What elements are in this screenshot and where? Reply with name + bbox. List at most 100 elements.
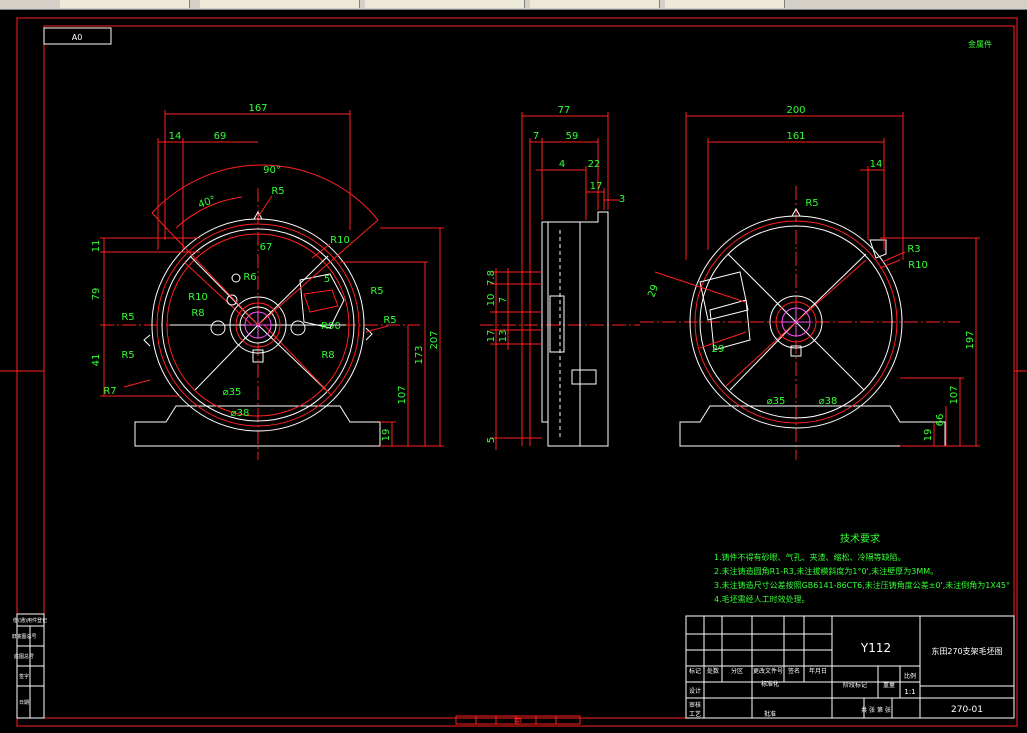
radius-label: R10 <box>330 235 350 246</box>
angle-label: 90° <box>263 165 281 176</box>
dim-label: 14 <box>870 159 883 170</box>
diameter-label: ⌀38 <box>819 396 838 407</box>
dim-label: 10 <box>486 294 497 307</box>
outer-border <box>16 17 1018 727</box>
row-label: 标准化 <box>761 680 779 688</box>
radius-label: R10 <box>908 260 928 271</box>
bottom-center-label: 中 <box>514 716 522 726</box>
radius-label: R5 <box>383 315 396 326</box>
dim-label: 5 <box>486 437 497 443</box>
tech-req-line: 2.未注铸造圆角R1-R3,未注拔模斜度为1°0',未注壁厚为3MM。 <box>714 566 938 576</box>
drawing-number: 270-01 <box>951 705 983 715</box>
size-label: A0 <box>72 33 83 42</box>
dim-label: 19 <box>381 429 392 442</box>
dim-label: 207 <box>429 330 440 349</box>
tech-req-line: 1.铸件不得有砂眼、气孔、夹渣、缩松、冷隔等缺陷。 <box>714 552 906 562</box>
inner-border <box>43 25 1015 719</box>
tech-req-line: 3.未注铸造尺寸公差按照GB6141-86CT6,未注压铸角度公差±0',未注倒… <box>714 580 1010 590</box>
title-block <box>685 615 1015 719</box>
dim-label: 17 <box>486 330 497 343</box>
dim-label: 7 <box>498 297 509 303</box>
radius-label: R3 <box>907 244 920 255</box>
dim-label: 107 <box>397 385 408 404</box>
dim-label: 107 <box>949 385 960 404</box>
document-tab-bar <box>0 0 1027 10</box>
document-tab[interactable] <box>665 0 785 8</box>
row-label: 审核 <box>689 701 701 709</box>
dim-label: 67 <box>260 242 273 253</box>
dim-label: 69 <box>214 131 227 142</box>
dim-label: 29 <box>712 344 725 355</box>
rev-header: 年月日 <box>809 667 827 675</box>
dim-label: 200 <box>786 105 805 116</box>
dim-label: 41 <box>91 354 102 367</box>
cad-drawing-canvas[interactable]: 中 A0 金属件 167 14 69 90° 40° R5 R10 67 R6 … <box>0 10 1027 733</box>
dim-label: 3 <box>619 194 625 205</box>
radius-label: R10 <box>188 292 208 303</box>
dim-label: 14 <box>169 131 182 142</box>
radius-label: R8 <box>321 350 334 361</box>
radius-label: R5 <box>121 312 134 323</box>
radius-label: R6 <box>243 272 256 283</box>
rev-header: 签名 <box>788 667 800 675</box>
diameter-label: ⌀35 <box>223 387 242 398</box>
dim-label: 66 <box>935 414 946 427</box>
stamp-label: 旧底图总号 <box>11 633 36 640</box>
radius-label: R90 <box>321 321 341 332</box>
corner-label: 金属件 <box>968 39 992 49</box>
dim-label: 13 <box>498 330 509 343</box>
rev-header: 标记 <box>689 667 701 675</box>
stamp-label: 日期 <box>19 700 29 706</box>
stamp-label: 签字 <box>19 673 29 680</box>
dim-label: 173 <box>414 345 425 364</box>
technical-requirements: 技术要求 1.铸件不得有砂眼、气孔、夹渣、缩松、冷隔等缺陷。 2.未注铸造圆角R… <box>714 532 1010 604</box>
dim-label: 4 <box>559 159 565 170</box>
document-tab[interactable] <box>60 0 190 8</box>
row-label: 设计 <box>689 687 701 695</box>
side-view: 77 7 59 4 22 17 3 7.8 10 7 17 13 5 <box>480 105 640 450</box>
rev-header: 分区 <box>731 667 743 675</box>
sheet-line: 共 张 第 张 <box>861 706 891 714</box>
stage-header: 重量 <box>883 681 895 689</box>
rev-headers: 标记 处数 分区 更改文件号 签名 年月日 <box>689 667 827 675</box>
dim-label: 22 <box>588 159 601 170</box>
document-tab[interactable] <box>365 0 525 8</box>
dim-label: 79 <box>91 288 102 301</box>
angle-label: 40° <box>197 194 217 210</box>
front-view: 167 14 69 90° 40° R5 R10 67 R6 R10 R8 R5… <box>91 103 444 460</box>
diameter-label: ⌀38 <box>231 408 250 419</box>
rear-view: 200 161 14 R5 R3 R10 29 29 ⌀35 ⌀38 197 1… <box>640 105 980 460</box>
document-tab[interactable] <box>530 0 660 8</box>
stamp-label: 借(通)用件登记 <box>13 617 47 624</box>
radius-label: R7 <box>103 386 116 397</box>
stage-header: 阶段标记 <box>843 681 867 689</box>
dim-label: 5 <box>324 274 330 285</box>
stamp-label: 底图总号 <box>14 653 34 660</box>
dim-label: 7.8 <box>486 270 497 286</box>
dim-label: 19 <box>923 429 934 442</box>
tech-req-title: 技术要求 <box>840 532 880 545</box>
radius-label: R5 <box>805 198 818 209</box>
dim-label: 7 <box>533 131 539 142</box>
scale-value: 1:1 <box>904 688 915 696</box>
dim-label: 29 <box>646 283 661 299</box>
rev-header: 更改文件号 <box>753 667 783 675</box>
dim-label: 11 <box>91 240 102 253</box>
row-label: 工艺 <box>689 710 701 718</box>
tech-req-line: 4.毛坯需经人工时效处理。 <box>714 594 810 604</box>
document-tab[interactable] <box>200 0 360 8</box>
dim-label: 77 <box>558 105 571 116</box>
stage-headers: 阶段标记 重量 比例 <box>843 672 916 689</box>
approval-rows: 设计 标准化 审核 工艺 批准 <box>689 680 779 718</box>
diameter-label: ⌀35 <box>767 396 786 407</box>
rev-header: 处数 <box>707 667 719 675</box>
dim-label: 167 <box>248 103 267 114</box>
part-name: 东田270支架毛坯图 <box>931 646 1002 656</box>
radius-label: R5 <box>271 186 284 197</box>
radius-label: R8 <box>191 308 204 319</box>
dim-label: 161 <box>786 131 805 142</box>
stage-header: 比例 <box>904 672 916 680</box>
row-label: 批准 <box>764 710 776 718</box>
dim-label: 59 <box>566 131 579 142</box>
model-label: Y112 <box>860 641 891 655</box>
